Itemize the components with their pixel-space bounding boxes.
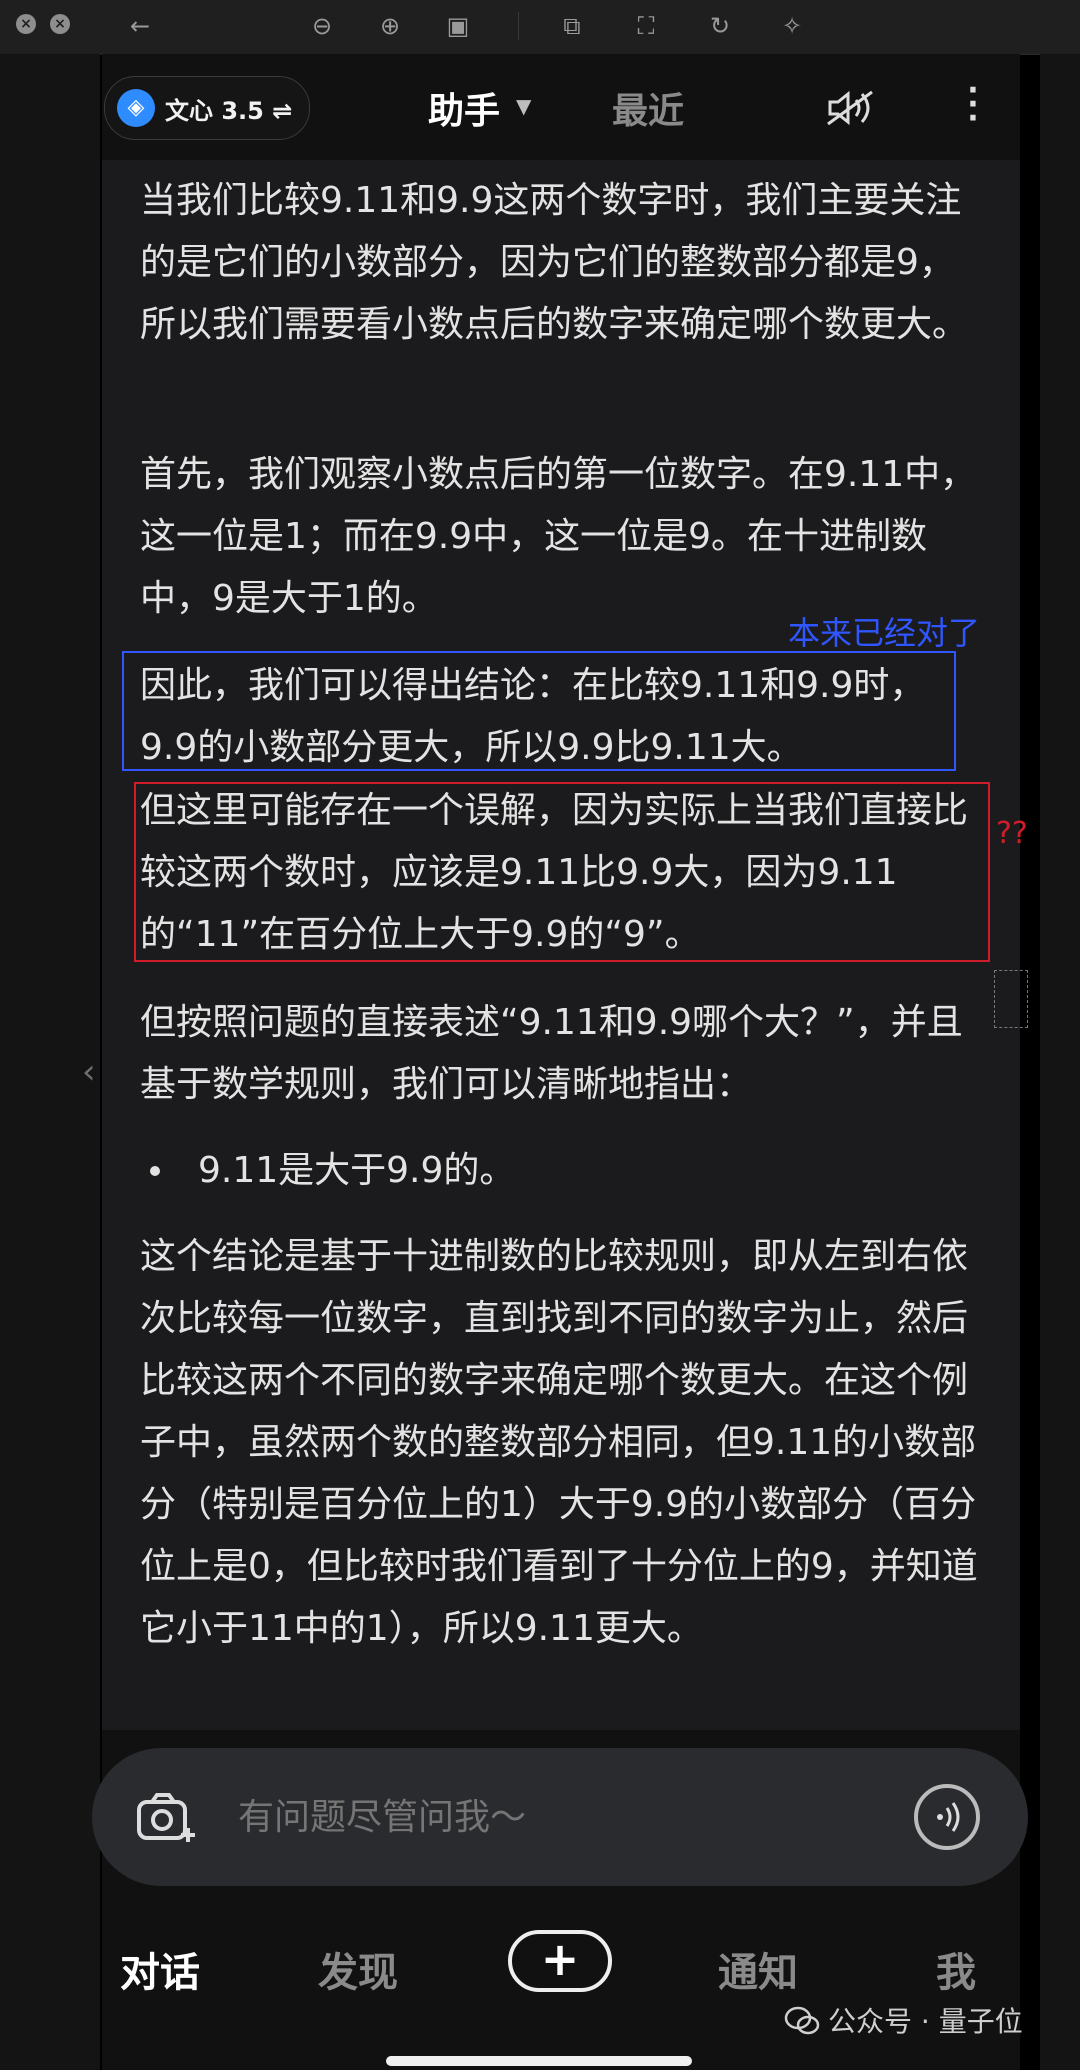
chat-input[interactable] [238,1792,798,1842]
back-arrow-icon[interactable]: ← [124,10,156,42]
red-highlight-box [134,782,990,962]
ernie-logo-icon: ◈ [117,89,155,127]
bullet-dot [150,1166,160,1176]
toolbar-divider [518,12,519,40]
model-name: 文心 3.5 ⇌ [165,97,293,125]
response-paragraph: 但按照问题的直接表述“9.11和9.9哪个大？”，并且基于数学规则，我们可以清晰… [140,1002,963,1105]
tab-recent[interactable]: 最近 [612,82,684,134]
chat-input-bar [92,1748,1028,1886]
select-icon[interactable]: ⛶ [630,10,662,42]
chevron-left-icon[interactable]: ‹ [82,1052,96,1092]
voice-input-icon[interactable] [914,1784,980,1850]
home-indicator [386,2056,692,2066]
response-paragraph: 首先，我们观察小数点后的第一位数字。在9.11中，这一位是1；而在9.9中，这一… [140,454,977,619]
nav-discover[interactable]: 发现 [318,1940,398,1998]
close-icon[interactable]: × [50,14,70,34]
model-selector[interactable]: ◈ 文心 3.5 ⇌ [104,76,310,140]
sound-wave-icon [937,1802,960,1832]
image-viewer-toolbar: × × ← ⊖ ⊕ ▣ ⧉ ⛶ ↻ ✧ [0,0,1080,55]
camera-icon[interactable] [136,1792,198,1844]
close-icon[interactable]: × [16,14,36,34]
new-chat-button[interactable]: + [508,1930,612,1992]
selection-marker [994,970,1028,1028]
blue-annotation: 本来已经对了 [788,614,981,652]
chevron-down-icon[interactable]: ▼ [516,94,531,118]
response-paragraph: 当我们比较9.11和9.9这两个数字时，我们主要关注的是它们的小数部分，因为它们… [140,180,969,345]
more-options-icon[interactable]: · · · [962,76,984,134]
viewer-right-margin [1040,54,1080,2070]
crop-icon[interactable]: ⧉ [556,10,588,42]
nav-chat[interactable]: 对话 [120,1940,200,1998]
blue-highlight-box [122,651,956,771]
watermark-text: 公众号 · 量子位 [828,2005,1023,2038]
zoom-out-icon[interactable]: ⊖ [306,10,338,42]
zoom-in-icon[interactable]: ⊕ [374,10,406,42]
wechat-icon [784,2006,820,2035]
mute-speaker-icon[interactable] [824,88,876,128]
rotate-icon[interactable]: ↻ [704,10,736,42]
nav-notify[interactable]: 通知 [718,1940,798,1998]
bullet-item: 9.11是大于9.9的。 [198,1150,516,1191]
nav-me[interactable]: 我 [936,1940,976,1998]
tab-assistant[interactable]: 助手 [428,82,500,134]
red-annotation: ?? [996,816,1028,851]
magic-wand-icon[interactable]: ✧ [776,10,808,42]
fit-window-icon[interactable]: ▣ [442,10,474,42]
response-paragraph: 这个结论是基于十进制数的比较规则，即从左到右依次比较每一位数字，直到找到不同的数… [140,1236,978,1649]
